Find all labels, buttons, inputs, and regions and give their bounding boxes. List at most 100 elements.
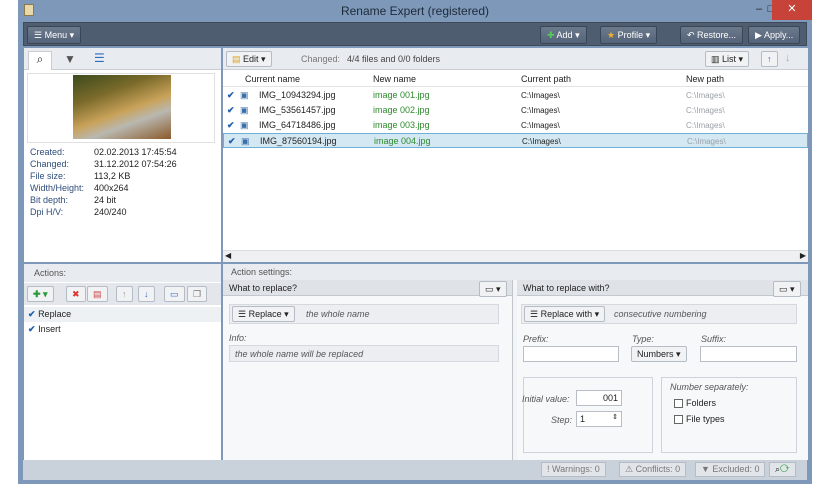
new-path: C:\Images\ bbox=[686, 91, 725, 100]
refresh-button[interactable]: ⌕⟳ bbox=[769, 462, 796, 477]
menu-button[interactable]: ☰ Menu ▾ bbox=[27, 26, 82, 44]
column-current-path[interactable]: Current path bbox=[521, 74, 571, 84]
search-icon[interactable]: ⌕ bbox=[28, 51, 52, 70]
current-path: C:\Images\ bbox=[521, 91, 560, 100]
checkbox-checked[interactable]: ✔ bbox=[227, 103, 235, 118]
folders-checkbox[interactable]: Folders bbox=[674, 398, 716, 409]
current-path: C:\Images\ bbox=[521, 106, 560, 115]
image-file-icon: ▣ bbox=[240, 120, 249, 130]
file-row[interactable]: ✔ ▣ IMG_10943294.jpg image 001.jpg C:\Ima… bbox=[223, 88, 808, 103]
file-types-checkbox[interactable]: File types bbox=[674, 414, 725, 425]
new-name: image 001.jpg bbox=[373, 90, 430, 100]
copy-icon: ❐ bbox=[193, 289, 202, 299]
move-down-button[interactable]: ↓ bbox=[785, 52, 791, 64]
numbering-box: Initial value: 001 Step: 1 ⇕ bbox=[522, 377, 653, 453]
current-name: IMG_64718486.jpg bbox=[259, 120, 336, 130]
column-new-path[interactable]: New path bbox=[686, 74, 724, 84]
info-value: the whole name will be replaced bbox=[235, 349, 364, 359]
action-settings-title: Action settings: bbox=[223, 264, 808, 280]
filter-icon[interactable]: ▼ bbox=[64, 52, 76, 66]
file-row[interactable]: ✔ ▣ IMG_53561457.jpg image 002.jpg C:\Ima… bbox=[223, 103, 808, 118]
replace-mode-row: ☰ Replace ▾ the whole name bbox=[229, 304, 499, 324]
spinner-icon[interactable]: ⇕ bbox=[612, 413, 618, 421]
prop-value: 400x264 bbox=[94, 183, 129, 193]
conflicts-status[interactable]: ⚠ Conflicts: 0 bbox=[619, 462, 687, 477]
plus-icon: ✚ bbox=[547, 30, 557, 40]
prop-label: Changed: bbox=[30, 159, 70, 169]
prop-label: Dpi H/V: bbox=[30, 207, 64, 217]
layout-dropdown[interactable]: ▭ ▾ bbox=[773, 281, 801, 297]
step-spinner[interactable]: 1 ⇕ bbox=[576, 411, 622, 427]
number-separately-label: Number separately: bbox=[670, 382, 749, 392]
restore-button[interactable]: ↶ Restore... bbox=[680, 26, 744, 44]
checkbox-unchecked[interactable] bbox=[674, 399, 683, 409]
play-icon: ▶ bbox=[755, 30, 764, 40]
action-up-button[interactable]: ↑ bbox=[116, 286, 133, 302]
prop-label: Created: bbox=[30, 147, 65, 157]
action-down-button[interactable]: ↓ bbox=[138, 286, 155, 302]
edit-button[interactable]: ▤ Edit ▾ bbox=[226, 51, 272, 67]
action-item-insert[interactable]: ✔ Insert bbox=[24, 322, 221, 337]
prop-label: Width/Height: bbox=[30, 183, 85, 193]
profile-button[interactable]: ★ Profile ▾ bbox=[600, 26, 658, 44]
refresh-icon: ⟳ bbox=[780, 464, 790, 474]
what-to-replace-section: What to replace? ▭ ▾ ☰ Replace ▾ the who… bbox=[223, 280, 513, 460]
main-toolbar: ☰ Menu ▾ ✚ Add ▾ ★ Profile ▾ ↶ Restore..… bbox=[23, 22, 807, 46]
checkbox-checked[interactable]: ✔ bbox=[28, 324, 36, 334]
plus-icon: ✚ bbox=[33, 289, 41, 299]
menu-icon: ☰ bbox=[530, 309, 541, 319]
current-path: C:\Images\ bbox=[522, 137, 561, 146]
file-row-selected[interactable]: ✔ ▣ IMG_87560194.jpg image 004.jpg C:\Ima… bbox=[223, 133, 808, 148]
checkbox-checked[interactable]: ✔ bbox=[227, 88, 235, 103]
app-icon bbox=[24, 4, 34, 16]
arrow-down-icon: ↓ bbox=[144, 289, 149, 299]
close-button[interactable]: ✕ bbox=[772, 0, 812, 20]
conflict-icon: ⚠ bbox=[625, 464, 636, 474]
scroll-right-icon[interactable]: ▶ bbox=[800, 251, 806, 260]
column-new-name[interactable]: New name bbox=[373, 74, 416, 84]
horizontal-scrollbar[interactable]: ◀ ▶ bbox=[223, 250, 808, 262]
checkbox-checked[interactable]: ✔ bbox=[228, 134, 236, 149]
arrow-up-icon: ↑ bbox=[122, 289, 127, 299]
suffix-label: Suffix: bbox=[701, 334, 727, 344]
file-list-header: Current name New name Current path New p… bbox=[223, 71, 808, 87]
file-row[interactable]: ✔ ▣ IMG_64718486.jpg image 003.jpg C:\Ima… bbox=[223, 118, 808, 133]
current-name: IMG_53561457.jpg bbox=[259, 105, 336, 115]
add-action-button[interactable]: ✚ ▾ bbox=[27, 286, 54, 302]
excluded-status[interactable]: ▼ Excluded: 0 bbox=[695, 462, 766, 477]
new-name: image 003.jpg bbox=[373, 120, 430, 130]
what-to-replace-with-section: What to replace with? ▭ ▾ ☰ Replace with… bbox=[517, 280, 808, 460]
add-button[interactable]: ✚ Add ▾ bbox=[540, 26, 587, 44]
menu-icon: ☰ bbox=[238, 309, 249, 319]
type-dropdown[interactable]: Numbers ▾ bbox=[631, 346, 687, 362]
suffix-input[interactable] bbox=[700, 346, 797, 362]
new-path: C:\Images\ bbox=[687, 137, 726, 146]
checkbox-checked[interactable]: ✔ bbox=[28, 309, 36, 319]
actions-title: Actions: bbox=[24, 264, 221, 282]
prop-label: Bit depth: bbox=[30, 195, 69, 205]
prefix-input[interactable] bbox=[523, 346, 619, 362]
prop-value: 240/240 bbox=[94, 207, 127, 217]
move-up-button[interactable]: ↑ bbox=[761, 51, 778, 67]
view-dropdown[interactable]: ▥ List ▾ bbox=[705, 51, 750, 67]
new-path: C:\Images\ bbox=[686, 121, 725, 130]
file-list: ✔ ▣ IMG_10943294.jpg image 001.jpg C:\Ima… bbox=[223, 88, 808, 148]
scroll-left-icon[interactable]: ◀ bbox=[225, 251, 231, 260]
replace-with-dropdown[interactable]: ☰ Replace with ▾ bbox=[524, 306, 606, 322]
list-icon[interactable]: ☰ bbox=[94, 51, 105, 65]
clear-actions-button[interactable]: ▤ bbox=[87, 286, 108, 302]
checkbox-checked[interactable]: ✔ bbox=[227, 118, 235, 133]
initial-value-input[interactable]: 001 bbox=[576, 390, 622, 406]
replace-mode-dropdown[interactable]: ☰ Replace ▾ bbox=[232, 306, 295, 322]
column-current-name[interactable]: Current name bbox=[245, 74, 300, 84]
warnings-status[interactable]: ! Warnings: 0 bbox=[541, 462, 606, 477]
copy-action-button[interactable]: ❐ bbox=[187, 286, 208, 302]
delete-action-button[interactable]: ✖ bbox=[66, 286, 86, 302]
rename-field-button[interactable]: ▭ bbox=[164, 286, 185, 302]
apply-button[interactable]: ▶ Apply... bbox=[748, 26, 801, 44]
checkbox-unchecked[interactable] bbox=[674, 415, 683, 425]
action-item-replace[interactable]: ✔ Replace bbox=[24, 307, 221, 322]
prop-value: 31.12.2012 07:54:26 bbox=[94, 159, 177, 169]
arrow-down-icon: ↓ bbox=[785, 52, 791, 64]
layout-dropdown[interactable]: ▭ ▾ bbox=[479, 281, 507, 297]
